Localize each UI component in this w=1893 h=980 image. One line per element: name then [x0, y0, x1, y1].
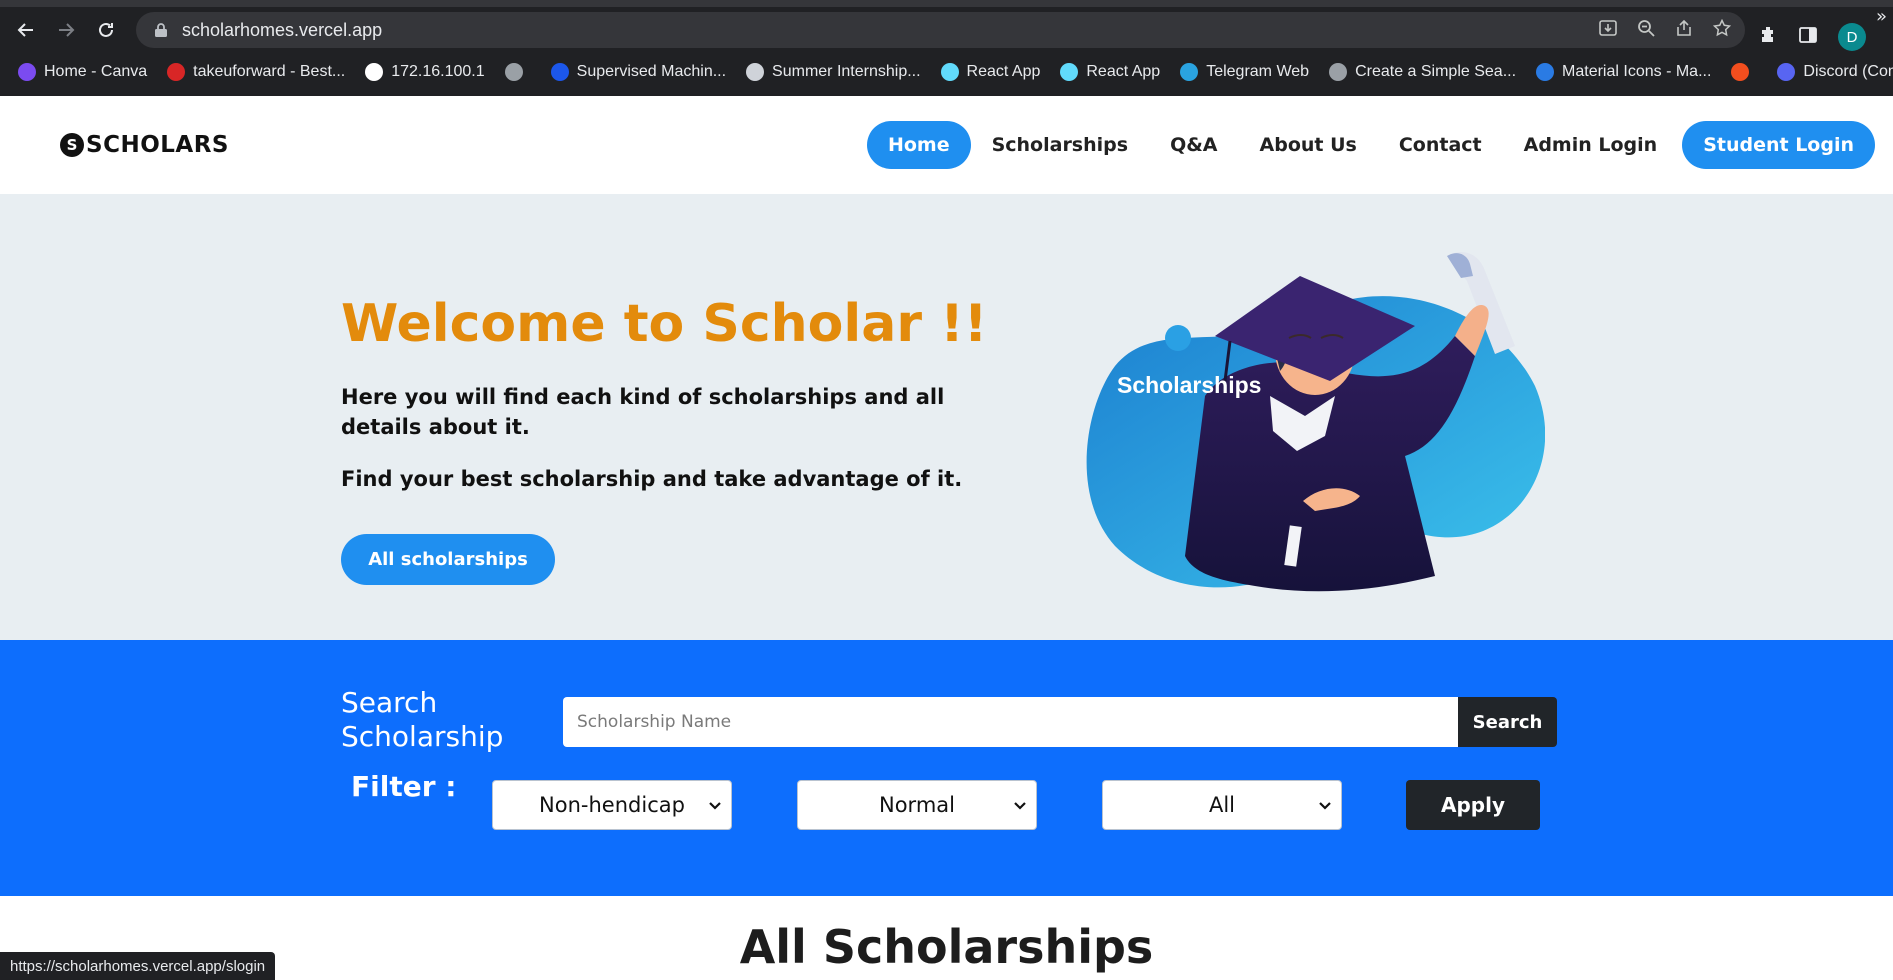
bookmark-label: React App	[966, 63, 1041, 80]
tuf-icon	[167, 63, 186, 81]
material-icon	[1536, 63, 1555, 81]
nav-home[interactable]: Home	[866, 121, 971, 169]
scholars-logo-icon: S	[60, 133, 84, 157]
bookmark-item[interactable]	[1731, 63, 1757, 81]
all-scholarships-button[interactable]: All scholarships	[341, 534, 555, 585]
category-filter-value: Normal	[879, 793, 955, 817]
status-bar-link: https://scholarhomes.vercel.app/slogin	[0, 952, 276, 980]
brand-name: SCHOLARS	[86, 132, 229, 158]
figma-icon	[1731, 63, 1750, 81]
student-login-button[interactable]: Student Login	[1682, 121, 1875, 169]
bookmark-item[interactable]: Material Icons - Ma...	[1536, 63, 1711, 81]
bookmark-label: Material Icons - Ma...	[1562, 63, 1712, 80]
nav-about-us[interactable]: About Us	[1239, 121, 1378, 169]
scholarship-search-input[interactable]	[563, 697, 1458, 747]
discord-icon	[1777, 63, 1796, 81]
type-filter-select[interactable]: All	[1102, 780, 1342, 830]
bookmark-item[interactable]: Summer Internship...	[746, 63, 921, 81]
forward-icon[interactable]	[46, 10, 86, 50]
bookmark-item[interactable]	[504, 63, 531, 81]
zoom-icon[interactable]	[1637, 19, 1655, 41]
bookmark-item[interactable]: takeuforward - Best...	[167, 63, 345, 81]
hero-title: Welcome to Scholar !!	[341, 294, 988, 354]
type-filter-value: All	[1208, 793, 1236, 817]
bookmark-item[interactable]: Supervised Machin...	[550, 63, 727, 81]
bookmark-item[interactable]: 172.16.100.1	[365, 63, 485, 81]
site-navbar: S SCHOLARS Home Scholarships Q&A About U…	[0, 96, 1893, 194]
bookmark-item[interactable]: Home - Canva	[18, 63, 147, 81]
side-panel-icon[interactable]	[1798, 25, 1818, 49]
star-icon[interactable]	[1712, 18, 1732, 41]
bookmark-label: Home - Canva	[44, 63, 148, 80]
chevron-down-icon	[709, 802, 721, 810]
more-bookmarks-icon[interactable]: »	[1876, 0, 1887, 32]
url-text: scholarhomes.vercel.app	[182, 19, 383, 40]
nav-scholarships[interactable]: Scholarships	[971, 121, 1150, 169]
react-icon	[940, 63, 959, 81]
share-icon[interactable]	[1675, 19, 1693, 41]
bookmark-label: Summer Internship...	[772, 63, 921, 80]
hero-description: Here you will find each kind of scholars…	[341, 385, 945, 439]
bookmarks-bar: Home - Canva takeuforward - Best... 172.16…	[0, 56, 1893, 88]
hero-tagline: Find your best scholarship and take adva…	[341, 467, 963, 491]
lock-icon	[154, 22, 172, 38]
nav-qa[interactable]: Q&A	[1149, 121, 1238, 169]
tab-strip	[0, 0, 1893, 7]
apply-filter-button[interactable]: Apply	[1406, 780, 1540, 830]
back-icon[interactable]	[6, 10, 46, 50]
install-icon[interactable]	[1599, 19, 1617, 41]
bookmark-item[interactable]: React App	[1060, 63, 1160, 81]
disability-filter-select[interactable]: Non-hendicap	[492, 780, 732, 830]
extensions-icon[interactable]	[1758, 25, 1778, 49]
bookmark-item[interactable]: Discord (Comm...	[1777, 63, 1893, 81]
address-row: scholarhomes.vercel.app D	[0, 7, 1893, 53]
bookmark-label: takeuforward - Best...	[193, 63, 346, 80]
search-section: Search Scholarship Search Filter : Non-h…	[0, 640, 1893, 896]
globe-icon	[1329, 63, 1348, 81]
category-filter-select[interactable]: Normal	[797, 780, 1037, 830]
coursera-icon	[550, 63, 569, 81]
bookmark-item[interactable]: Telegram Web	[1180, 63, 1309, 81]
bookmark-label: React App	[1086, 63, 1161, 80]
nav-contact[interactable]: Contact	[1378, 121, 1503, 169]
bookmark-label: Create a Simple Sea...	[1355, 63, 1517, 80]
telegram-icon	[1180, 63, 1199, 81]
bookmark-label: Supervised Machin...	[576, 63, 727, 80]
search-button[interactable]: Search	[1458, 697, 1557, 747]
internship-icon	[746, 63, 765, 81]
chevron-down-icon	[1319, 802, 1331, 810]
profile-avatar[interactable]: D	[1838, 23, 1866, 51]
all-scholarships-heading: All Scholarships	[739, 920, 1154, 974]
bookmark-label: Telegram Web	[1206, 63, 1310, 80]
globe-icon	[504, 63, 523, 81]
chevron-down-icon	[1014, 802, 1026, 810]
nav-admin-login[interactable]: Admin Login	[1503, 121, 1679, 169]
address-bar[interactable]: scholarhomes.vercel.app	[136, 12, 1745, 48]
bookmark-item[interactable]: Create a Simple Sea...	[1329, 63, 1516, 81]
canva-icon	[18, 63, 36, 81]
bookmark-item[interactable]: React App	[940, 63, 1041, 81]
browser-chrome: scholarhomes.vercel.app D Home - Canva t…	[0, 0, 1893, 96]
page-icon	[365, 63, 384, 81]
bookmark-label: Discord (Comm...	[1803, 63, 1893, 80]
hero-section: Welcome to Scholar !! Here you will find…	[0, 194, 1893, 640]
graduate-illustration: Scholarships	[1086, 251, 1545, 592]
search-label: Search Scholarship	[341, 686, 504, 753]
illustration-label: Scholarships	[1117, 372, 1261, 398]
reload-icon[interactable]	[86, 10, 126, 50]
bookmark-label: 172.16.100.1	[391, 63, 485, 80]
react-icon	[1060, 63, 1079, 81]
disability-filter-value: Non-hendicap	[539, 793, 685, 817]
filter-label: Filter :	[351, 770, 457, 803]
brand-logo[interactable]: S SCHOLARS	[60, 132, 229, 158]
nav-links: Home Scholarships Q&A About Us Contact A…	[866, 121, 1875, 169]
